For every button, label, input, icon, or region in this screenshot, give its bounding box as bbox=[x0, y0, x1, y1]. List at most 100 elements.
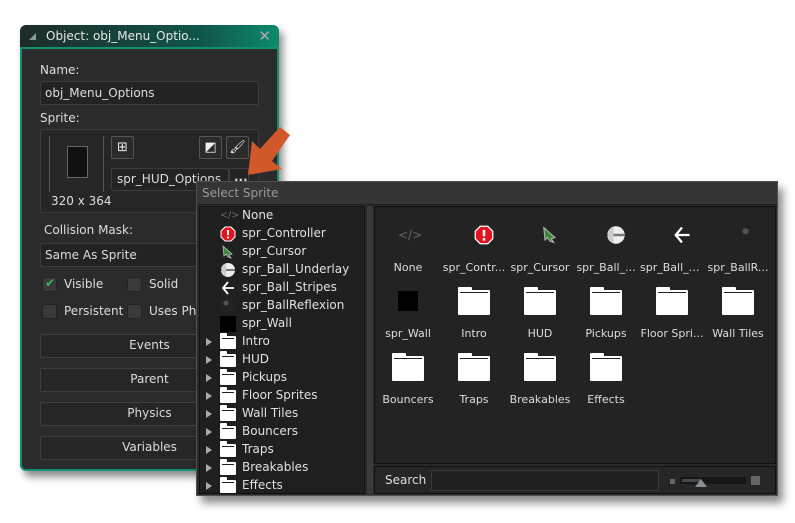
grid-item[interactable]: Pickups bbox=[573, 281, 639, 347]
folder-icon bbox=[590, 351, 622, 383]
grid-item-label: Intro bbox=[461, 327, 487, 340]
folder-icon bbox=[590, 285, 622, 317]
folder-icon bbox=[524, 351, 556, 383]
tree-item[interactable]: spr_Wall bbox=[200, 315, 364, 333]
tree-item[interactable]: Wall Tiles bbox=[200, 405, 364, 423]
grid-item[interactable]: spr_BallR... bbox=[705, 215, 771, 281]
grid-item-label: spr_BallR... bbox=[707, 261, 769, 274]
expand-icon[interactable] bbox=[206, 428, 212, 436]
grid-item[interactable]: Bouncers bbox=[375, 347, 441, 413]
sprite-preview[interactable] bbox=[49, 136, 104, 192]
tree-item-label: Effects bbox=[242, 478, 283, 492]
grid-item-label: Effects bbox=[587, 393, 625, 406]
grid-item[interactable]: Floor Spri... bbox=[639, 281, 705, 347]
wall-icon bbox=[398, 291, 418, 311]
name-input[interactable]: obj_Menu_Options bbox=[40, 81, 259, 105]
code-icon: </> bbox=[220, 210, 240, 221]
ball-icon bbox=[220, 298, 236, 314]
folder-icon bbox=[220, 477, 236, 494]
tree-item[interactable]: Bouncers bbox=[200, 423, 364, 441]
grid-item[interactable]: Intro bbox=[441, 281, 507, 347]
grid-item[interactable]: spr_Ball_... bbox=[573, 215, 639, 281]
tree-item[interactable]: </> None bbox=[200, 207, 364, 225]
tree-item[interactable]: Breakables bbox=[200, 459, 364, 477]
zoom-slider[interactable] bbox=[680, 477, 746, 487]
tree-item[interactable]: Intro bbox=[200, 333, 364, 351]
tree-item[interactable]: Effects bbox=[200, 477, 364, 495]
grid-item-label: None bbox=[393, 261, 423, 274]
tree-item[interactable]: spr_Controller bbox=[200, 225, 364, 243]
search-input[interactable] bbox=[431, 470, 659, 491]
ball-underlay-icon bbox=[596, 225, 625, 245]
expand-icon[interactable] bbox=[206, 410, 212, 418]
tree-item[interactable]: spr_Ball_Underlay bbox=[200, 261, 364, 279]
expand-icon[interactable] bbox=[206, 356, 212, 364]
tree-item-label: None bbox=[242, 208, 274, 222]
pointer-arrow-icon bbox=[248, 127, 290, 175]
ball-underlay-icon bbox=[220, 262, 236, 278]
expand-icon[interactable] bbox=[206, 482, 212, 490]
uses-physics-checkbox[interactable] bbox=[127, 304, 142, 319]
expand-icon[interactable] bbox=[206, 446, 212, 454]
tree-item-label: spr_Controller bbox=[242, 226, 326, 240]
folder-icon bbox=[722, 285, 754, 317]
grid-item[interactable]: </> None bbox=[375, 215, 441, 281]
warning-icon bbox=[220, 226, 236, 242]
grid-item[interactable]: HUD bbox=[507, 281, 573, 347]
grid-item[interactable]: spr_Contr... bbox=[441, 215, 507, 281]
folder-icon bbox=[458, 285, 490, 317]
grid-item[interactable]: spr_Ball_S... bbox=[639, 215, 705, 281]
grid-item-label: spr_Ball_S... bbox=[640, 261, 705, 274]
zoom-large-icon bbox=[751, 476, 760, 485]
grid-item[interactable]: Traps bbox=[441, 347, 507, 413]
close-icon[interactable]: ✕ bbox=[258, 27, 271, 45]
tree-item-label: spr_Ball_Underlay bbox=[242, 262, 350, 276]
object-window-titlebar[interactable]: Object: obj_Menu_Optio... ✕ bbox=[20, 25, 279, 49]
check-icon: ✔ bbox=[45, 276, 56, 290]
tree-item[interactable]: Pickups bbox=[200, 369, 364, 387]
grid-item-label: spr_Contr... bbox=[442, 261, 506, 274]
folder-icon bbox=[392, 351, 424, 383]
folder-icon bbox=[458, 351, 490, 383]
tree-item[interactable]: HUD bbox=[200, 351, 364, 369]
zoom-slider-thumb[interactable] bbox=[694, 479, 707, 487]
folder-icon bbox=[656, 285, 688, 317]
tree-item[interactable]: spr_Ball_Stripes bbox=[200, 279, 364, 297]
grid-item[interactable]: Breakables bbox=[507, 347, 573, 413]
tree-item-label: Wall Tiles bbox=[242, 406, 299, 420]
expand-icon[interactable] bbox=[206, 338, 212, 346]
splitter[interactable] bbox=[367, 206, 373, 494]
expand-icon[interactable] bbox=[206, 374, 212, 382]
tree-item-label: HUD bbox=[242, 352, 270, 366]
folder-icon bbox=[220, 351, 236, 368]
grid-item-label: Breakables bbox=[509, 393, 571, 406]
tree-item[interactable]: Floor Sprites bbox=[200, 387, 364, 405]
grid-item[interactable]: spr_Cursor bbox=[507, 215, 573, 281]
visible-checkbox[interactable]: ✔ bbox=[42, 276, 57, 292]
collapse-icon[interactable] bbox=[29, 33, 36, 40]
grid-item[interactable]: spr_Wall bbox=[375, 281, 441, 347]
tree-item-label: spr_Cursor bbox=[242, 244, 307, 258]
folder-icon bbox=[220, 333, 236, 350]
solid-checkbox[interactable] bbox=[127, 277, 142, 292]
grid-item[interactable]: Effects bbox=[573, 347, 639, 413]
tree-item[interactable]: spr_Cursor bbox=[200, 243, 364, 261]
expand-icon[interactable] bbox=[206, 392, 212, 400]
collision-mask-label: Collision Mask: bbox=[44, 223, 134, 237]
tree-item[interactable]: spr_BallReflexion bbox=[200, 297, 364, 315]
tree-item-label: Intro bbox=[242, 334, 270, 348]
tree-item-label: Bouncers bbox=[242, 424, 298, 438]
edit-sprite-icon[interactable]: ◩ bbox=[199, 136, 222, 159]
code-icon: </> bbox=[398, 228, 423, 242]
tree-item-label: Pickups bbox=[242, 370, 287, 384]
persistent-checkbox[interactable] bbox=[42, 304, 57, 319]
grid-item[interactable]: Wall Tiles bbox=[705, 281, 771, 347]
arrow-left-icon bbox=[662, 225, 690, 245]
expand-icon[interactable] bbox=[206, 464, 212, 472]
popup-title: Select Sprite bbox=[197, 182, 777, 205]
tree-item[interactable]: Traps bbox=[200, 441, 364, 459]
persistent-label: Persistent bbox=[64, 304, 124, 318]
grid-item-label: spr_Wall bbox=[385, 327, 431, 340]
new-sprite-icon[interactable]: ⊞ bbox=[111, 136, 134, 159]
tree-item-label: Traps bbox=[242, 442, 274, 456]
